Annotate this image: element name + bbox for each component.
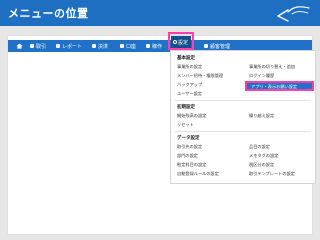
menu-item-label: アプリ・表示お願い設定 xyxy=(251,84,298,89)
nav-item-settings[interactable]: 設定 xyxy=(171,36,191,48)
nav-item-accounts[interactable]: 口座 xyxy=(120,40,136,52)
menu-item-reset[interactable]: リセット xyxy=(177,122,194,128)
menu-item-login-history[interactable]: ログイン履歴 xyxy=(249,73,274,79)
menu-item-transaction-templates[interactable]: 取引テンプレートの設定 xyxy=(249,171,295,177)
nav-item-label: 決済 xyxy=(98,43,109,50)
divider xyxy=(175,100,311,101)
transactions-icon xyxy=(30,44,34,48)
menu-item-opening-balance[interactable]: 開始残高の設定 xyxy=(177,113,206,119)
menu-item-office-settings[interactable]: 事業所の設定 xyxy=(177,64,202,70)
reports-icon xyxy=(56,44,60,48)
divider xyxy=(175,131,311,132)
nav-item-label: 口座 xyxy=(126,43,137,50)
menu-item-items[interactable]: 品目の設定 xyxy=(249,144,270,150)
operations-icon xyxy=(146,44,150,48)
accounts-icon xyxy=(120,44,124,48)
gear-icon xyxy=(173,40,177,44)
menu-item-account-titles[interactable]: 勘定科目の設定 xyxy=(177,162,206,168)
customers-icon xyxy=(204,44,208,48)
menu-item-memo-tags[interactable]: メモタグの設定 xyxy=(249,153,278,159)
menu-item-app-display-settings[interactable]: アプリ・表示お願い設定 xyxy=(245,81,314,91)
section-header-basic: 基本設定 xyxy=(177,56,195,61)
nav-item-label: 稼作 xyxy=(152,43,163,50)
menu-item-member-permissions[interactable]: メンバー招待・権限管理 xyxy=(177,73,223,79)
section-header-initial: 初期設定 xyxy=(177,105,195,110)
nav-item-label: レポート xyxy=(62,43,83,50)
nav-item-label: 取引 xyxy=(36,43,47,50)
nav-item-label: 顧客管理 xyxy=(210,43,231,50)
nav-item-settlement[interactable]: 決済 xyxy=(92,40,108,52)
settlement-icon xyxy=(92,44,96,48)
home-icon[interactable] xyxy=(16,43,23,49)
menu-item-backup[interactable]: バックアップ xyxy=(177,82,202,88)
menu-item-user-settings[interactable]: ユーザー設定 xyxy=(177,91,202,97)
menu-item-departments[interactable]: 部門の設定 xyxy=(177,153,198,159)
presentation-header: メニューの位置 xyxy=(0,0,320,26)
menu-item-carry-forward[interactable]: 繰り越え設定 xyxy=(249,113,274,119)
settings-highlight-frame: 設定 xyxy=(168,32,194,50)
nav-item-operations[interactable]: 稼作 xyxy=(146,40,162,52)
freee-logo-icon xyxy=(277,6,310,22)
menu-item-tax-categories[interactable]: 税区分の設定 xyxy=(249,162,274,168)
menu-item-switch-office[interactable]: 事業所の切り替え・追加 xyxy=(249,64,295,70)
nav-item-label: 設定 xyxy=(178,39,189,46)
menu-item-auto-rules[interactable]: 自動登録ルールの設定 xyxy=(177,171,219,177)
page-title: メニューの位置 xyxy=(8,7,89,20)
nav-item-transactions[interactable]: 取引 xyxy=(30,40,46,52)
nav-item-reports[interactable]: レポート xyxy=(56,40,82,52)
section-header-data: データ設定 xyxy=(177,136,200,141)
menu-item-partners[interactable]: 取引先の設定 xyxy=(177,144,202,150)
settings-dropdown-menu: 基本設定 事業所の設定 メンバー招待・権限管理 バックアップ ユーザー設定 事業… xyxy=(170,50,316,184)
